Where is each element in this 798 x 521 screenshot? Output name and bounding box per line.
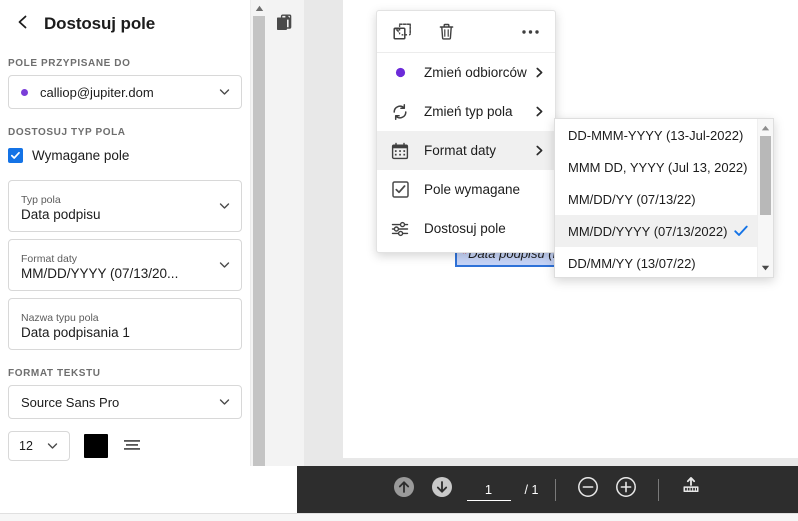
text-align-icon[interactable]: [122, 436, 142, 456]
date-format-option-label: MMM DD, YYYY (Jul 13, 2022): [568, 159, 748, 175]
menu-item-change-recipients[interactable]: Zmień odbiorców: [377, 53, 555, 92]
assignee-select[interactable]: calliop@jupiter.dom: [8, 75, 242, 109]
bottom-left-filler: [0, 466, 297, 513]
upload-fit-icon: [679, 476, 703, 503]
scroll-down-arrow-icon[interactable]: [758, 261, 773, 275]
page-total-label: / 1: [524, 482, 539, 497]
date-format-option-list: DD-MMM-YYYY (13-Jul-2022) MMM DD, YYYY (…: [555, 119, 757, 277]
field-type-select[interactable]: Typ pola Data podpisu: [8, 180, 242, 232]
chevron-right-icon: [533, 67, 545, 79]
customize-field-panel: Dostosuj pole POLE PRZYPISANE DO calliop…: [0, 0, 250, 511]
previous-page-button[interactable]: [390, 476, 418, 504]
left-panel-scrollbar[interactable]: [250, 0, 266, 511]
font-family-select[interactable]: Source Sans Pro: [8, 385, 242, 419]
menu-item-date-format[interactable]: Format daty: [377, 131, 555, 170]
menu-item-label: Zmień odbiorców: [424, 65, 527, 80]
checkmark-icon: [733, 225, 749, 237]
scrollbar-thumb[interactable]: [760, 136, 771, 215]
field-context-menu: Zmień odbiorców Zmień typ pola Format da…: [376, 10, 556, 253]
window-footer: [0, 513, 798, 521]
menu-item-label: Zmień typ pola: [424, 104, 513, 119]
calendar-icon: [390, 141, 410, 161]
chevron-right-icon: [533, 145, 545, 157]
zoom-in-button[interactable]: [612, 476, 640, 504]
chevron-left-icon: [15, 14, 31, 35]
checked-box-icon: [390, 180, 410, 200]
duplicate-field-icon[interactable]: [391, 21, 413, 43]
checkbox-checked-icon[interactable]: [8, 147, 23, 163]
document-side-toolbar: [266, 0, 304, 466]
delete-field-icon[interactable]: [435, 21, 457, 43]
font-size-select[interactable]: 12: [8, 431, 70, 461]
recipient-dot-icon: [21, 88, 28, 96]
minus-circle-icon: [577, 476, 599, 503]
duplicate-pages-icon[interactable]: [275, 13, 295, 33]
document-bottom-toolbar: / 1: [297, 466, 798, 513]
date-format-option-label: MM/DD/YYYY (07/13/2022): [568, 223, 728, 239]
zoom-out-button[interactable]: [574, 476, 602, 504]
next-page-button[interactable]: [428, 476, 456, 504]
date-format-value: MM/DD/YYYY (07/13/20...: [21, 266, 179, 281]
date-format-label: Format daty: [21, 253, 78, 265]
chevron-down-icon: [218, 200, 231, 213]
arrow-down-circle-icon: [431, 476, 453, 503]
date-submenu-scrollbar[interactable]: [757, 119, 773, 277]
scroll-up-arrow-icon[interactable]: [758, 121, 773, 135]
text-format-section-label: FORMAT TEKSTU: [8, 368, 101, 379]
text-format-controls: 12: [8, 431, 250, 461]
date-format-select[interactable]: Format daty MM/DD/YYYY (07/13/20...: [8, 239, 242, 291]
date-format-option[interactable]: MM/DD/YY (07/13/22): [555, 183, 757, 215]
date-format-option[interactable]: DD-MMM-YYYY (13-Jul-2022): [555, 119, 757, 151]
menu-item-label: Dostosuj pole: [424, 221, 506, 236]
menu-item-change-field-type[interactable]: Zmień typ pola: [377, 92, 555, 131]
chevron-down-icon: [46, 440, 59, 453]
scroll-up-arrow-icon[interactable]: [251, 0, 267, 16]
sliders-icon: [390, 219, 410, 239]
menu-item-label: Pole wymagane: [424, 182, 521, 197]
font-color-swatch[interactable]: [84, 434, 108, 458]
chevron-down-icon: [218, 259, 231, 272]
menu-item-label: Format daty: [424, 143, 497, 158]
toolbar-divider: [555, 478, 557, 501]
back-button[interactable]: [14, 15, 32, 33]
required-field-checkbox-row[interactable]: Wymagane pole: [0, 144, 250, 166]
date-format-submenu: DD-MMM-YYYY (13-Jul-2022) MMM DD, YYYY (…: [554, 118, 774, 278]
field-name-value: Data podpisania 1: [21, 325, 130, 340]
assigned-to-section-label: POLE PRZYPISANE DO: [8, 58, 131, 69]
customize-type-section-label: DOSTOSUJ TYP POLA: [8, 127, 126, 138]
recipient-dot-icon: [390, 63, 410, 83]
field-type-label: Typ pola: [21, 194, 61, 206]
page-number-input[interactable]: [466, 478, 511, 501]
menu-item-customize-field[interactable]: Dostosuj pole: [377, 209, 555, 248]
font-family-value: Source Sans Pro: [21, 394, 120, 410]
toolbar-divider: [658, 478, 660, 501]
field-name-input[interactable]: Nazwa typu pola Data podpisania 1: [8, 298, 242, 350]
bottom-toolbar-controls: / 1: [385, 476, 711, 504]
fit-to-page-button[interactable]: [677, 476, 705, 504]
panel-header: Dostosuj pole: [0, 0, 250, 40]
more-options-icon[interactable]: [519, 21, 541, 43]
assignee-value: calliop@jupiter.dom: [40, 84, 154, 100]
page-title: Dostosuj pole: [44, 14, 156, 33]
date-format-option-label: DD-MMM-YYYY (13-Jul-2022): [568, 127, 744, 143]
change-field-type-icon: [390, 102, 410, 122]
menu-item-required-field[interactable]: Pole wymagane: [377, 170, 555, 209]
date-format-option-label: MM/DD/YY (07/13/22): [568, 191, 696, 207]
field-type-value: Data podpisu: [21, 207, 101, 222]
date-format-option[interactable]: DD/MM/YY (13/07/22): [555, 247, 757, 277]
plus-circle-icon: [615, 476, 637, 503]
scrollbar-thumb[interactable]: [253, 16, 265, 472]
field-name-label: Nazwa typu pola: [21, 312, 99, 324]
chevron-right-icon: [533, 106, 545, 118]
context-menu-toolbar: [377, 11, 555, 53]
app-root: Dostosuj pole POLE PRZYPISANE DO calliop…: [0, 0, 798, 521]
font-size-value: 12: [19, 439, 33, 453]
date-format-option[interactable]: MMM DD, YYYY (Jul 13, 2022): [555, 151, 757, 183]
required-field-label: Wymagane pole: [32, 147, 130, 163]
arrow-up-circle-icon: [393, 476, 415, 503]
date-format-option-label: DD/MM/YY (13/07/22): [568, 255, 696, 271]
date-format-option-selected[interactable]: MM/DD/YYYY (07/13/2022): [555, 215, 757, 247]
